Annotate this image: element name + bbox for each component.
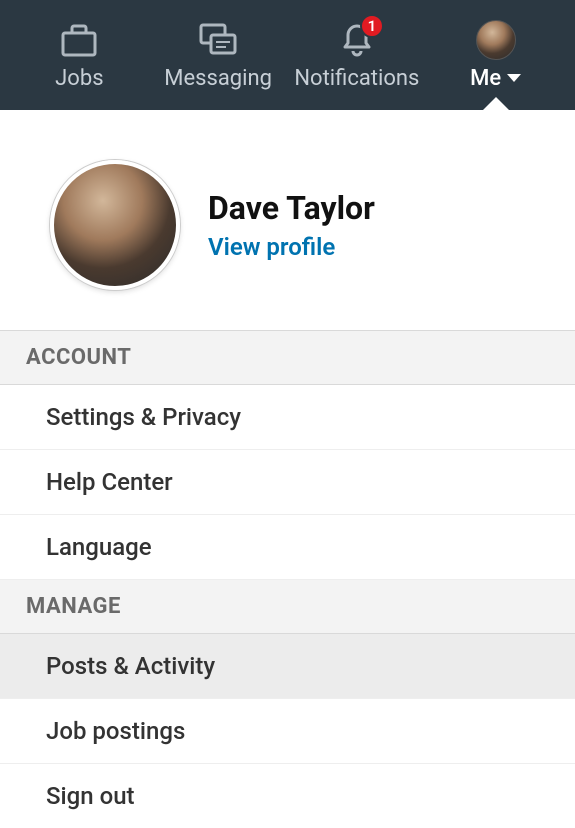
profile-section: Dave Taylor View profile <box>0 110 575 331</box>
user-avatar-icon <box>476 20 516 60</box>
menu-settings-privacy[interactable]: Settings & Privacy <box>0 385 575 450</box>
briefcase-icon <box>61 20 97 60</box>
avatar-small <box>476 20 516 60</box>
profile-texts: Dave Taylor View profile <box>208 189 375 261</box>
nav-jobs-label: Jobs <box>55 66 103 91</box>
nav-notifications-label: Notifications <box>294 66 419 91</box>
nav-messaging[interactable]: Messaging <box>149 0 288 110</box>
profile-name: Dave Taylor <box>208 189 375 227</box>
top-nav: Jobs Messaging 1 Notifications Me <box>0 0 575 110</box>
section-header-manage: MANAGE <box>0 580 575 634</box>
nav-jobs[interactable]: Jobs <box>10 0 149 110</box>
nav-messaging-label: Messaging <box>164 66 272 91</box>
me-dropdown: Dave Taylor View profile ACCOUNT Setting… <box>0 110 575 828</box>
menu-posts-activity[interactable]: Posts & Activity <box>0 634 575 699</box>
menu-language[interactable]: Language <box>0 515 575 580</box>
profile-avatar[interactable] <box>50 160 180 290</box>
caret-down-icon <box>507 74 521 82</box>
nav-notifications[interactable]: 1 Notifications <box>288 0 427 110</box>
nav-me-label: Me <box>470 66 501 91</box>
nav-me[interactable]: Me <box>426 0 565 110</box>
active-tab-arrow-icon <box>482 97 510 111</box>
messaging-icon <box>198 20 238 60</box>
menu-sign-out[interactable]: Sign out <box>0 764 575 828</box>
menu-help-center[interactable]: Help Center <box>0 450 575 515</box>
section-header-account: ACCOUNT <box>0 331 575 385</box>
notification-badge: 1 <box>360 14 384 38</box>
bell-icon: 1 <box>340 20 374 60</box>
view-profile-link[interactable]: View profile <box>208 233 375 261</box>
menu-job-postings[interactable]: Job postings <box>0 699 575 764</box>
